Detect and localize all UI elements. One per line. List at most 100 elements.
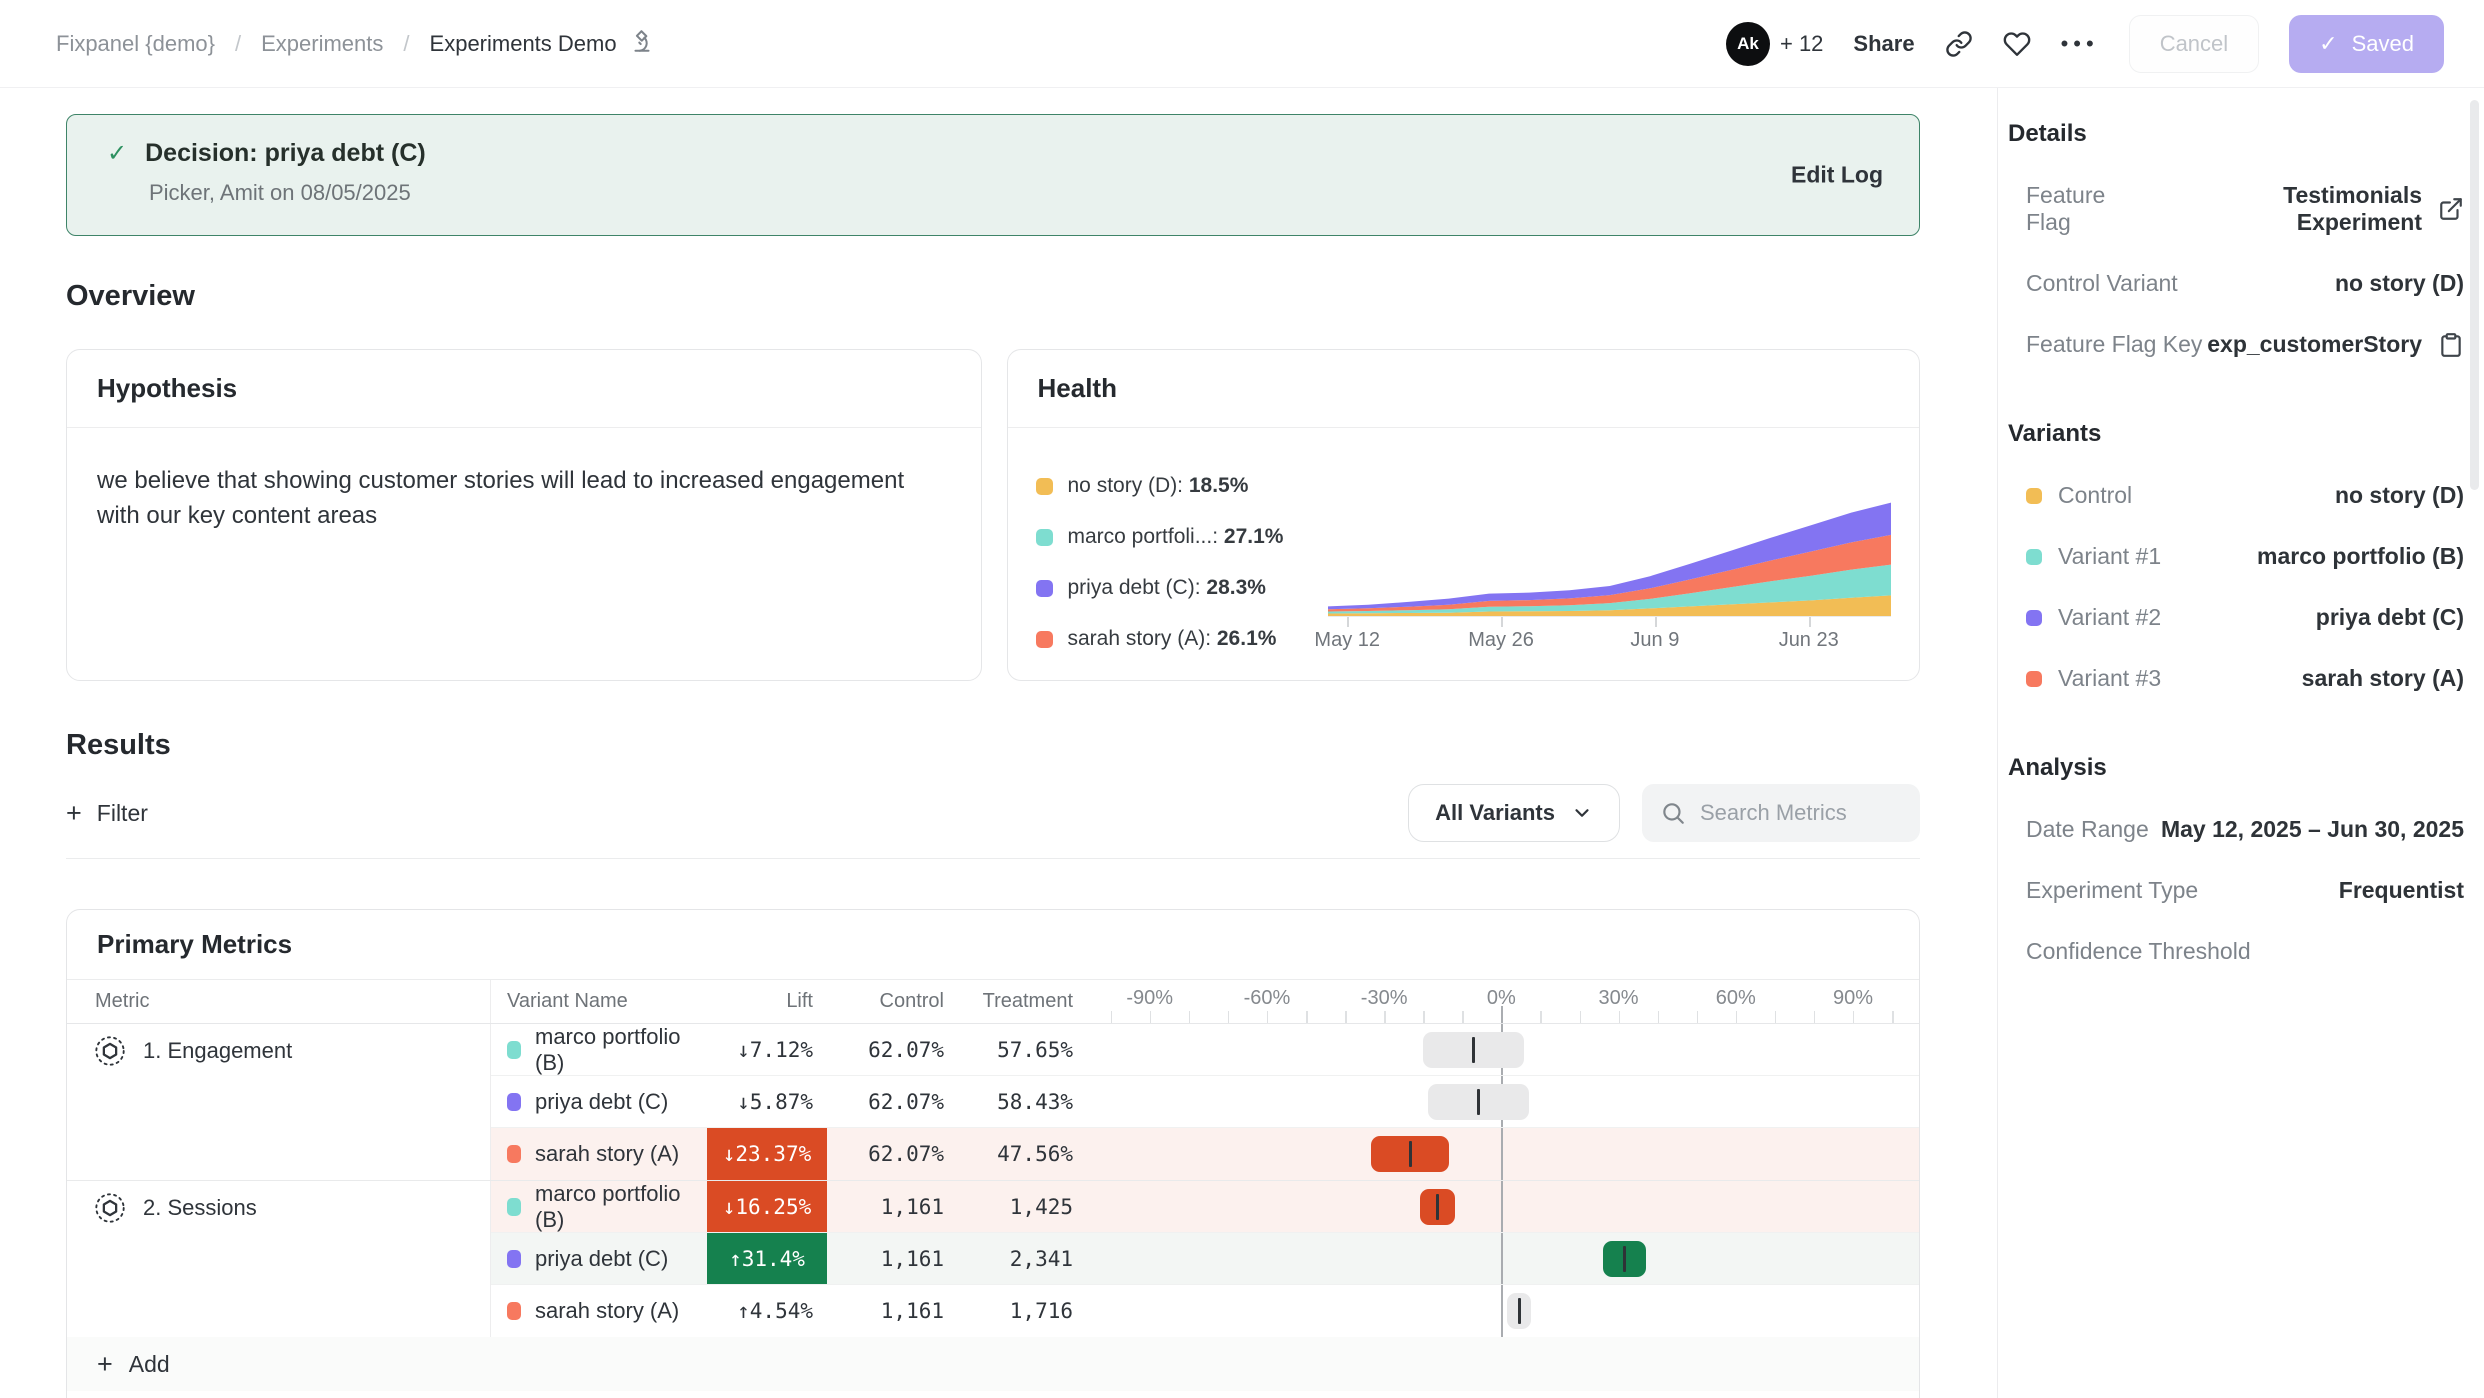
lift-point-tick: [1409, 1141, 1412, 1167]
decision-check-icon: ✓: [107, 139, 127, 168]
collaborators[interactable]: Ak + 12: [1726, 22, 1823, 66]
confidence-interval-cell: [1077, 1076, 1919, 1127]
clipboard-icon[interactable]: [2438, 332, 2464, 358]
breadcrumb-item: Experiments Demo: [430, 28, 655, 60]
lift-point-tick: [1477, 1089, 1480, 1115]
legend-label: sarah story (A): 26.1%: [1068, 627, 1277, 651]
x-axis-tick: [1809, 617, 1811, 627]
link-icon[interactable]: [1945, 30, 1973, 58]
treatment-cell: 57.65%: [948, 1038, 1077, 1062]
metrics-table-header: Metric Variant Name Lift Control Treatme…: [67, 980, 1919, 1024]
share-button[interactable]: Share: [1853, 31, 1914, 57]
table-row[interactable]: sarah story (A)↓23.37%62.07%47.56%: [491, 1128, 1919, 1180]
add-filter-button[interactable]: + Filter: [66, 798, 148, 829]
legend-swatch: [1036, 478, 1053, 495]
metric-name: 2. Sessions: [143, 1191, 257, 1225]
add-metric-button[interactable]: + Add: [67, 1337, 1919, 1391]
table-row[interactable]: sarah story (A)↑4.54%1,1611,716: [491, 1285, 1919, 1337]
x-axis-tick: [1347, 617, 1349, 627]
variant-cell: sarah story (A): [491, 1298, 707, 1324]
metrics-table-body: 1. Engagement marco portfolio (B)↓7.12%62…: [67, 1024, 1919, 1337]
legend-value: 28.3%: [1206, 576, 1266, 599]
variant-swatch: [507, 1250, 521, 1268]
scrollbar-thumb[interactable]: [2470, 100, 2479, 490]
topbar-actions: Ak + 12 Share ••• Cancel ✓ Saved: [1726, 15, 2444, 73]
legend-value: 26.1%: [1217, 627, 1277, 650]
legend-item: marco portfoli...: 27.1%: [1036, 525, 1328, 549]
axis-ruler-tick: [1345, 1011, 1347, 1023]
sidebar-row: Experiment TypeFrequentist: [2008, 877, 2464, 904]
treatment-cell: 1,425: [948, 1195, 1077, 1219]
divider: [66, 858, 1920, 859]
sidebar-row-label: Experiment Type: [2026, 877, 2198, 904]
legend-label: no story (D): 18.5%: [1068, 474, 1249, 498]
lift-cell: ↑31.4%: [707, 1233, 827, 1284]
top-bar: Fixpanel {demo}/Experiments/Experiments …: [0, 0, 2484, 88]
legend-swatch: [1036, 529, 1053, 546]
variant-swatch: [507, 1041, 521, 1059]
x-axis-label: Jun 23: [1779, 629, 1839, 652]
health-area-chart: [1328, 492, 1892, 616]
variant-name: sarah story (A): [535, 1298, 679, 1324]
breadcrumb-separator: /: [403, 31, 409, 57]
cancel-button[interactable]: Cancel: [2129, 15, 2259, 73]
treatment-cell: 2,341: [948, 1247, 1077, 1271]
variant-name: priya debt (C): [535, 1089, 668, 1115]
avatar[interactable]: Ak: [1726, 22, 1770, 66]
sidebar-row-label: Confidence Threshold: [2026, 938, 2251, 965]
metric-target-icon: [93, 1191, 127, 1225]
decision-subtitle: Picker, Amit on 08/05/2025: [149, 180, 1885, 206]
sidebar-row: Feature Flag Keyexp_customerStory: [2008, 331, 2464, 358]
edit-log-button[interactable]: Edit Log: [1791, 162, 1883, 189]
table-row[interactable]: priya debt (C)↓5.87%62.07%58.43%: [491, 1076, 1919, 1128]
search-metrics-input[interactable]: [1700, 800, 1902, 826]
sidebar-row-value: exp_customerStory: [2207, 331, 2422, 358]
health-card: Health no story (D): 18.5%marco portfoli…: [1007, 349, 1921, 681]
legend-label: marco portfoli...: 27.1%: [1068, 525, 1284, 549]
search-icon: [1660, 800, 1686, 826]
collaborators-count[interactable]: + 12: [1780, 31, 1823, 57]
sidebar-row-value: no story (D): [2335, 482, 2464, 509]
variant-filter-dropdown[interactable]: All Variants: [1408, 784, 1620, 842]
heart-icon[interactable]: [2003, 30, 2031, 58]
sidebar-row-label: Date Range: [2026, 816, 2149, 843]
saved-check-icon: ✓: [2319, 31, 2337, 57]
treatment-cell: 47.56%: [948, 1142, 1077, 1166]
more-menu-icon[interactable]: •••: [2061, 31, 2099, 57]
hypothesis-text: we believe that showing customer stories…: [67, 428, 947, 570]
sidebar-row-label: Variant #2: [2058, 604, 2161, 631]
metric-cell[interactable]: 1. Engagement: [67, 1024, 491, 1180]
axis-ruler-tick: [1111, 1011, 1113, 1023]
metric-name: 1. Engagement: [143, 1034, 292, 1068]
sidebar-row: Date RangeMay 12, 2025 – Jun 30, 2025: [2008, 816, 2464, 843]
legend-item: no story (D): 18.5%: [1036, 474, 1328, 498]
metric-group: 1. Engagement marco portfolio (B)↓7.12%62…: [67, 1024, 1919, 1181]
external-link-icon[interactable]: [2438, 196, 2464, 222]
treatment-cell: 1,716: [948, 1299, 1077, 1323]
table-row[interactable]: priya debt (C)↑31.4%1,1612,341: [491, 1233, 1919, 1285]
control-cell: 1,161: [827, 1299, 948, 1323]
zero-reference-line: [1501, 1128, 1503, 1180]
table-row[interactable]: marco portfolio (B)↓7.12%62.07%57.65%: [491, 1024, 1919, 1076]
sidebar-row: Feature FlagTestimonials Experiment: [2008, 182, 2464, 236]
confidence-interval-cell: [1077, 1181, 1919, 1232]
x-axis-tick: [1501, 617, 1503, 627]
health-chart: May 12May 26Jun 9Jun 23: [1328, 492, 1892, 656]
axis-ruler-tick: [1619, 1011, 1621, 1023]
search-metrics-box: [1642, 784, 1920, 842]
variant-swatch: [2026, 610, 2042, 626]
sidebar-row-label: Feature Flag Key: [2026, 331, 2202, 358]
col-header-lift: Lift: [707, 990, 827, 1013]
metric-cell[interactable]: 2. Sessions: [67, 1181, 491, 1337]
table-row[interactable]: marco portfolio (B)↓16.25%1,1611,425: [491, 1181, 1919, 1233]
variant-cell: priya debt (C): [491, 1246, 707, 1272]
breadcrumb-item[interactable]: Fixpanel {demo}: [56, 31, 215, 57]
axis-ruler-tick: [1775, 1011, 1777, 1023]
variant-cell: priya debt (C): [491, 1089, 707, 1115]
sidebar-row-label: Control Variant: [2026, 270, 2178, 297]
sidebar-row-value: marco portfolio (B): [2257, 543, 2464, 570]
breadcrumb-item[interactable]: Experiments: [261, 31, 383, 57]
sidebar-row-label: Variant #1: [2058, 543, 2161, 570]
variant-name: sarah story (A): [535, 1141, 679, 1167]
saved-button[interactable]: ✓ Saved: [2289, 15, 2444, 73]
